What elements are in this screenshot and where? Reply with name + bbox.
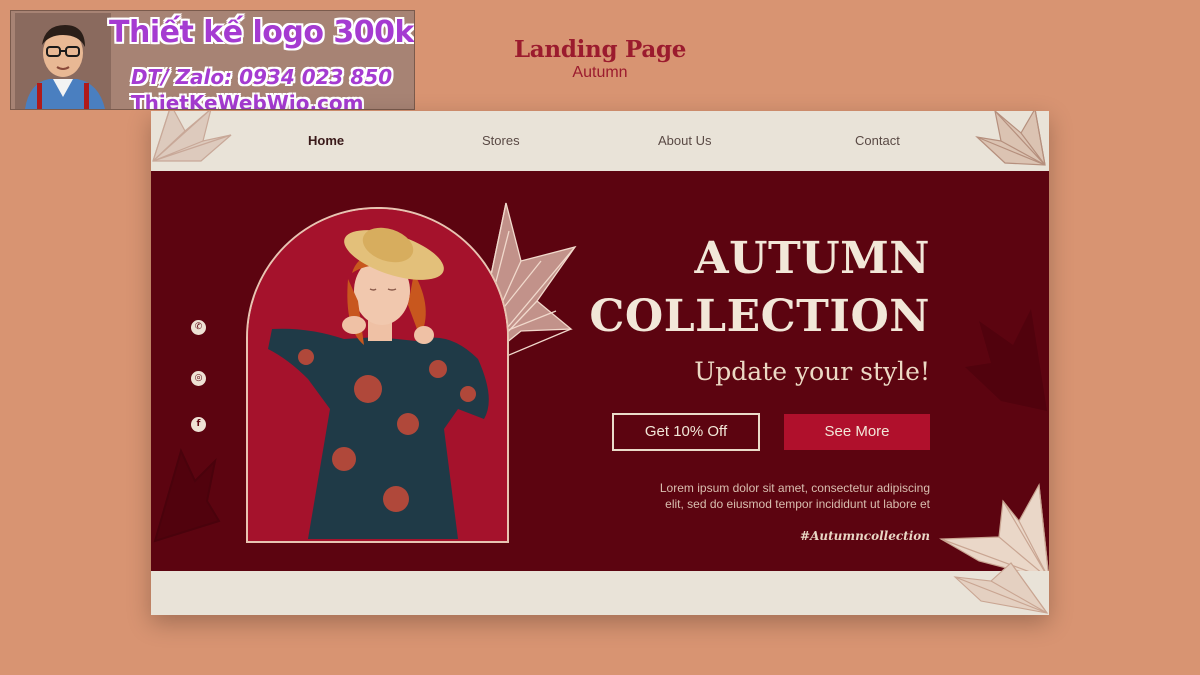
hashtag-text: #Autumncollection xyxy=(800,529,930,543)
nav-bar: Home Stores About Us Contact xyxy=(151,111,1049,171)
model-illustration xyxy=(248,209,507,541)
instagram-icon[interactable]: ◎ xyxy=(191,371,206,386)
facebook-icon[interactable]: f xyxy=(191,417,206,432)
see-more-button[interactable]: See More xyxy=(784,414,930,450)
model-photo xyxy=(246,207,509,543)
whatsapp-icon[interactable]: ✆ xyxy=(191,320,206,335)
hero-subtitle: Update your style! xyxy=(694,357,930,386)
page-heading: Landing Page Autumn xyxy=(0,36,1200,82)
leaf-decoration-icon xyxy=(965,309,1047,411)
hero-description-line2: elit, sed do eiusmod tempor incididunt u… xyxy=(665,497,930,511)
hero-title-line1: AUTUMN xyxy=(694,233,930,284)
page-subtitle: Autumn xyxy=(572,64,628,81)
hero-description: Lorem ipsum dolor sit amet, consectetur … xyxy=(610,480,930,512)
nav-about-link[interactable]: About Us xyxy=(658,133,711,148)
nav-home-link[interactable]: Home xyxy=(308,133,344,148)
get-discount-button[interactable]: Get 10% Off xyxy=(612,413,760,451)
leaf-decoration-icon xyxy=(939,483,1049,571)
hero-description-line1: Lorem ipsum dolor sit amet, consectetur … xyxy=(659,481,930,495)
nav-stores-link[interactable]: Stores xyxy=(482,133,520,148)
ad-website: ThietKeWebWio.com xyxy=(131,91,364,110)
hero-title-line2: COLLECTION xyxy=(589,291,930,342)
nav-contact-link[interactable]: Contact xyxy=(855,133,900,148)
page-title: Landing Page xyxy=(513,36,687,63)
leaf-decoration-icon xyxy=(953,562,1049,614)
leaf-decoration-icon xyxy=(975,111,1046,166)
leaf-decoration-icon xyxy=(153,448,221,543)
hero-section: ✆ ◎ f AUTUMN COLLECTION Update your styl… xyxy=(151,171,1049,571)
footer-strip xyxy=(151,562,1049,615)
leaf-decoration-icon xyxy=(152,111,232,162)
landing-page-mockup: Home Stores About Us Contact ✆ ◎ f AUTUM… xyxy=(151,111,1049,615)
